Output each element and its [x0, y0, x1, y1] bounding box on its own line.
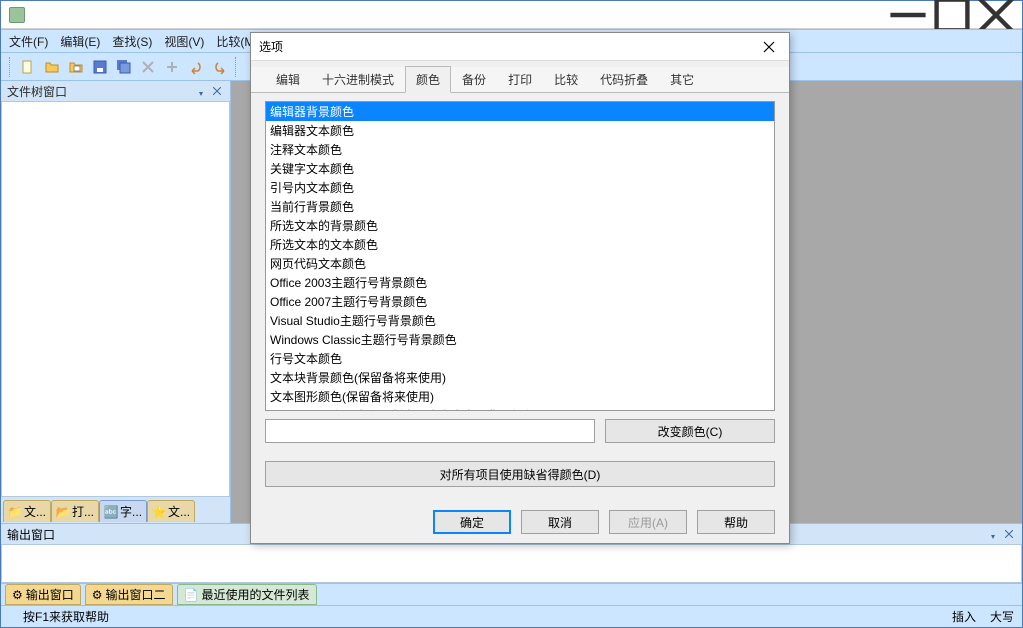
color-list-item[interactable]: Office 2007主题行号背景颜色 [266, 292, 774, 311]
output-tab-1[interactable]: ⚙输出窗口 [5, 584, 81, 605]
dialog-footer: 确定 取消 应用(A) 帮助 [251, 501, 789, 543]
tab-color[interactable]: 颜色 [405, 66, 451, 93]
apply-button[interactable]: 应用(A) [609, 510, 687, 534]
tab-print[interactable]: 打印 [497, 66, 543, 93]
color-preview [265, 419, 595, 443]
tab-edit[interactable]: 编辑 [265, 66, 311, 93]
toolbar-grip2 [235, 57, 239, 77]
dialog-title: 选项 [259, 38, 283, 55]
tab-fold[interactable]: 代码折叠 [589, 66, 659, 93]
dialog-tabs: 编辑 十六进制模式 颜色 备份 打印 比较 代码折叠 其它 [251, 67, 789, 93]
color-list-item[interactable]: 关键字文本颜色 [266, 159, 774, 178]
redo-icon[interactable] [209, 56, 231, 78]
output-tab-3[interactable]: 📄最近使用的文件列表 [177, 584, 317, 605]
cancel-button[interactable]: 取消 [521, 510, 599, 534]
output-pin-icon[interactable] [986, 527, 1000, 541]
color-list-item[interactable]: 引号内文本颜色 [266, 178, 774, 197]
status-caps: 大写 [990, 608, 1014, 625]
file-tree-panel: 文件树窗口 📁文... 📂打... 🔤字... ⭐文... [1, 81, 231, 523]
side-tab-1[interactable]: 📁文... [3, 500, 51, 522]
menu-edit[interactable]: 编辑(E) [60, 33, 100, 50]
list-icon: 📄 [184, 588, 199, 602]
status-bar: 按F1来获取帮助 插入 大写 [1, 605, 1022, 627]
color-list-item[interactable]: 文本图形颜色(保留备将来使用) [266, 387, 774, 406]
output-tab-2[interactable]: ⚙输出窗口二 [85, 584, 173, 605]
gear-icon: ⚙ [12, 588, 23, 602]
file-tree-header: 文件树窗口 [1, 81, 230, 101]
tab-backup[interactable]: 备份 [451, 66, 497, 93]
add-icon[interactable] [161, 56, 183, 78]
tab-other[interactable]: 其它 [659, 66, 705, 93]
side-tab-2[interactable]: 📂打... [51, 500, 99, 522]
save-icon[interactable] [89, 56, 111, 78]
minimize-button[interactable] [886, 2, 930, 28]
toolbar-grip [9, 57, 13, 77]
side-tab-3[interactable]: 🔤字... [99, 500, 147, 522]
new-file-icon[interactable] [17, 56, 39, 78]
file-tree-title: 文件树窗口 [7, 83, 67, 100]
tab-hex[interactable]: 十六进制模式 [311, 66, 405, 93]
color-list-item[interactable]: 行号文本颜色 [266, 349, 774, 368]
font-icon: 🔤 [104, 505, 118, 519]
output-title: 输出窗口 [7, 526, 55, 543]
file-tree-body[interactable] [1, 101, 230, 497]
status-insert: 插入 [952, 608, 976, 625]
color-listbox[interactable]: 编辑器背景颜色编辑器文本颜色注释文本颜色关键字文本颜色引号内文本颜色当前行背景颜… [265, 101, 775, 411]
save-all-icon[interactable] [113, 56, 135, 78]
color-list-item[interactable]: 所选文本的文本颜色 [266, 235, 774, 254]
help-button[interactable]: 帮助 [697, 510, 775, 534]
folder-icon: 📁 [8, 505, 22, 519]
status-hint: 按F1来获取帮助 [23, 608, 109, 625]
side-bottom-tabs: 📁文... 📂打... 🔤字... ⭐文... [1, 497, 230, 523]
delete-icon[interactable] [137, 56, 159, 78]
dialog-body: 编辑器背景颜色编辑器文本颜色注释文本颜色关键字文本颜色引号内文本颜色当前行背景颜… [251, 93, 789, 501]
change-color-button[interactable]: 改变颜色(C) [605, 419, 775, 443]
color-list-item[interactable]: Office 2003主题十六进制窗口中文本窗口背景颜色 [266, 406, 774, 411]
ok-button[interactable]: 确定 [433, 510, 511, 534]
color-list-item[interactable]: 注释文本颜色 [266, 140, 774, 159]
app-icon [9, 7, 25, 23]
folder2-icon[interactable] [65, 56, 87, 78]
panel-close-icon[interactable] [210, 84, 224, 98]
menu-search[interactable]: 查找(S) [112, 33, 152, 50]
color-list-item[interactable]: 文本块背景颜色(保留备将来使用) [266, 368, 774, 387]
tab-compare[interactable]: 比较 [543, 66, 589, 93]
undo-icon[interactable] [185, 56, 207, 78]
color-list-item[interactable]: Windows Classic主题行号背景颜色 [266, 330, 774, 349]
gear-icon: ⚙ [92, 588, 103, 602]
default-colors-button[interactable]: 对所有项目使用缺省得颜色(D) [265, 461, 775, 487]
dialog-title-bar: 选项 [251, 33, 789, 61]
color-list-item[interactable]: Office 2003主题行号背景颜色 [266, 273, 774, 292]
color-list-item[interactable]: Visual Studio主题行号背景颜色 [266, 311, 774, 330]
open-icon: 📂 [56, 505, 70, 519]
close-button[interactable] [974, 2, 1018, 28]
maximize-button[interactable] [930, 2, 974, 28]
side-tab-4[interactable]: ⭐文... [147, 500, 195, 522]
dialog-close-button[interactable] [757, 37, 781, 57]
menu-file[interactable]: 文件(F) [9, 33, 48, 50]
pin-icon[interactable] [194, 84, 208, 98]
color-list-item[interactable]: 编辑器背景颜色 [266, 102, 774, 121]
options-dialog: 选项 编辑 十六进制模式 颜色 备份 打印 比较 代码折叠 其它 编辑器背景颜色… [250, 32, 790, 544]
title-bar [1, 1, 1022, 29]
color-list-item[interactable]: 编辑器文本颜色 [266, 121, 774, 140]
color-list-item[interactable]: 网页代码文本颜色 [266, 254, 774, 273]
output-tabs: ⚙输出窗口 ⚙输出窗口二 📄最近使用的文件列表 [1, 583, 1022, 605]
menu-view[interactable]: 视图(V) [164, 33, 204, 50]
open-folder-icon[interactable] [41, 56, 63, 78]
output-body[interactable] [1, 544, 1022, 583]
star-icon: ⭐ [152, 505, 166, 519]
color-list-item[interactable]: 所选文本的背景颜色 [266, 216, 774, 235]
output-close-icon[interactable] [1002, 527, 1016, 541]
color-list-item[interactable]: 当前行背景颜色 [266, 197, 774, 216]
